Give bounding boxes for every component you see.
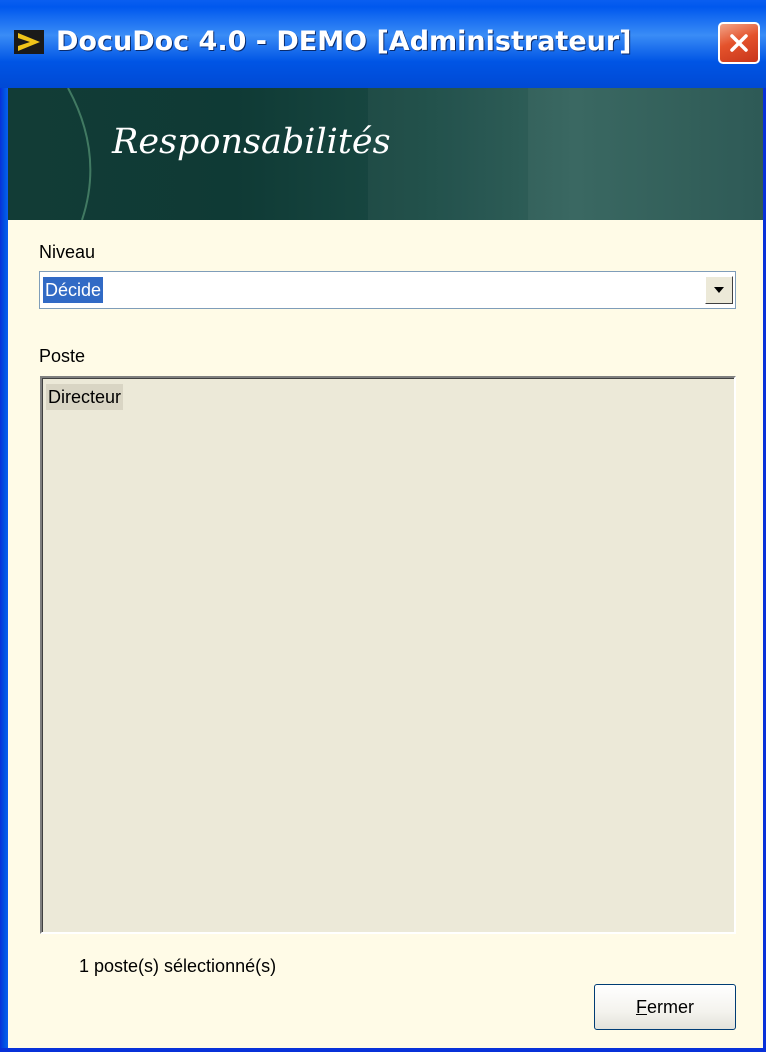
niveau-selected-value: Décide bbox=[43, 277, 104, 303]
fermer-mnemonic: F bbox=[635, 996, 647, 1017]
fermer-button[interactable]: Fermer bbox=[594, 984, 736, 1030]
fermer-label: ermer bbox=[646, 996, 694, 1017]
selection-status: 1 poste(s) sélectionné(s) bbox=[79, 956, 277, 976]
docudoc-logo-icon bbox=[14, 30, 44, 54]
window-close-button[interactable] bbox=[718, 22, 760, 64]
window-frame-bottom bbox=[0, 1048, 766, 1052]
chevron-down-icon bbox=[714, 287, 724, 293]
close-icon bbox=[730, 34, 748, 52]
list-item[interactable]: Directeur bbox=[46, 384, 124, 410]
header-banner: Responsabilités bbox=[8, 88, 763, 220]
title-bar[interactable]: DocuDoc 4.0 - DEMO [Administrateur] bbox=[0, 0, 766, 88]
window-frame-left bbox=[0, 88, 8, 1052]
dialog-body: Responsabilités Niveau Décide Poste Dire… bbox=[8, 88, 763, 1048]
niveau-dropdown-button[interactable] bbox=[705, 276, 733, 304]
niveau-dropdown[interactable]: Décide bbox=[39, 271, 736, 309]
niveau-label: Niveau bbox=[39, 242, 96, 262]
window-title: DocuDoc 4.0 - DEMO [Administrateur] bbox=[56, 26, 632, 57]
banner-title: Responsabilités bbox=[112, 122, 391, 162]
dialog-window: DocuDoc 4.0 - DEMO [Administrateur] Resp… bbox=[0, 0, 766, 1052]
poste-listbox[interactable]: Directeur bbox=[40, 376, 736, 934]
poste-label: Poste bbox=[39, 346, 86, 366]
